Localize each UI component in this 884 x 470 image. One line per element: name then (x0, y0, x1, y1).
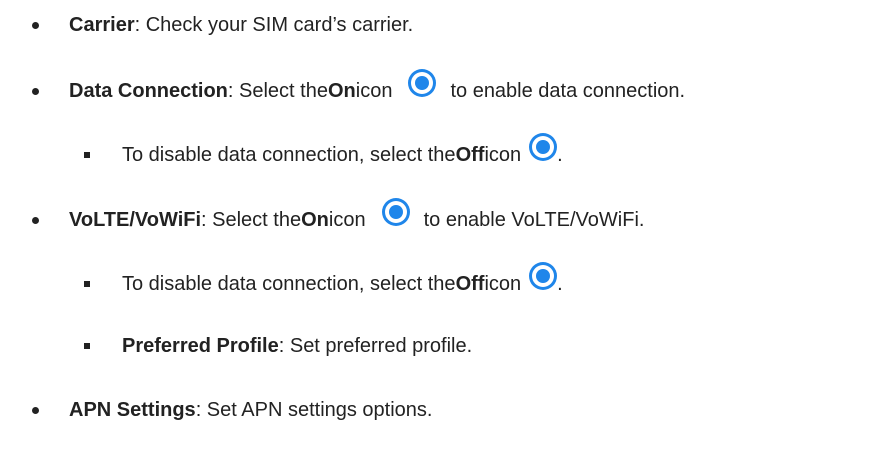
list-item-volte: VoLTE/VoWiFi: Select the On icon to enab… (32, 198, 645, 234)
bullet-icon (32, 21, 39, 29)
off-label: Off (455, 273, 485, 295)
disable-volte-text-mid: icon (484, 273, 522, 295)
list-item-apn-settings: APN Settings: Set APN settings options. (32, 398, 432, 422)
data-connection-text-pre: : Select the (227, 80, 328, 102)
radio-off-icon (529, 133, 558, 161)
disable-data-text-post: . (557, 144, 563, 166)
radio-on-icon (408, 69, 437, 97)
data-connection-text-post: to enable data connection. (450, 80, 686, 102)
radio-off-icon (529, 262, 558, 290)
preferred-profile-label: Preferred Profile (122, 335, 279, 357)
off-label: Off (455, 144, 485, 166)
disable-volte-text-post: . (557, 273, 563, 295)
bullet-icon (32, 406, 39, 414)
apn-settings-description: : Set APN settings options. (195, 399, 433, 421)
apn-settings-label: APN Settings (69, 399, 196, 421)
bullet-icon (32, 216, 39, 224)
disable-data-text-pre: To disable data connection, select the (122, 144, 456, 166)
list-item-disable-data: To disable data connection, select the O… (84, 133, 563, 169)
carrier-label: Carrier (69, 14, 135, 36)
list-item-data-connection: Data Connection: Select the On icon to e… (32, 69, 686, 105)
volte-text-pre: : Select the (201, 209, 302, 231)
volte-text-post: to enable VoLTE/VoWiFi. (423, 209, 645, 231)
bullet-icon (32, 87, 39, 95)
data-connection-label: Data Connection (69, 80, 228, 102)
data-connection-text-mid: icon (355, 80, 393, 102)
disable-volte-text-pre: To disable data connection, select the (122, 273, 456, 295)
list-item-preferred-profile: Preferred Profile: Set preferred profile… (84, 334, 472, 358)
square-bullet-icon (84, 281, 90, 287)
square-bullet-icon (84, 343, 90, 349)
carrier-description: : Check your SIM card’s carrier. (134, 14, 414, 36)
on-label: On (301, 209, 329, 231)
preferred-profile-description: : Set preferred profile. (278, 335, 473, 357)
list-item-carrier: Carrier: Check your SIM card’s carrier. (32, 13, 413, 37)
square-bullet-icon (84, 152, 90, 158)
disable-data-text-mid: icon (484, 144, 522, 166)
volte-label: VoLTE/VoWiFi (69, 209, 202, 231)
list-item-disable-volte: To disable data connection, select the O… (84, 262, 563, 298)
volte-text-mid: icon (328, 209, 366, 231)
radio-on-icon (381, 198, 410, 226)
on-label: On (327, 80, 356, 102)
